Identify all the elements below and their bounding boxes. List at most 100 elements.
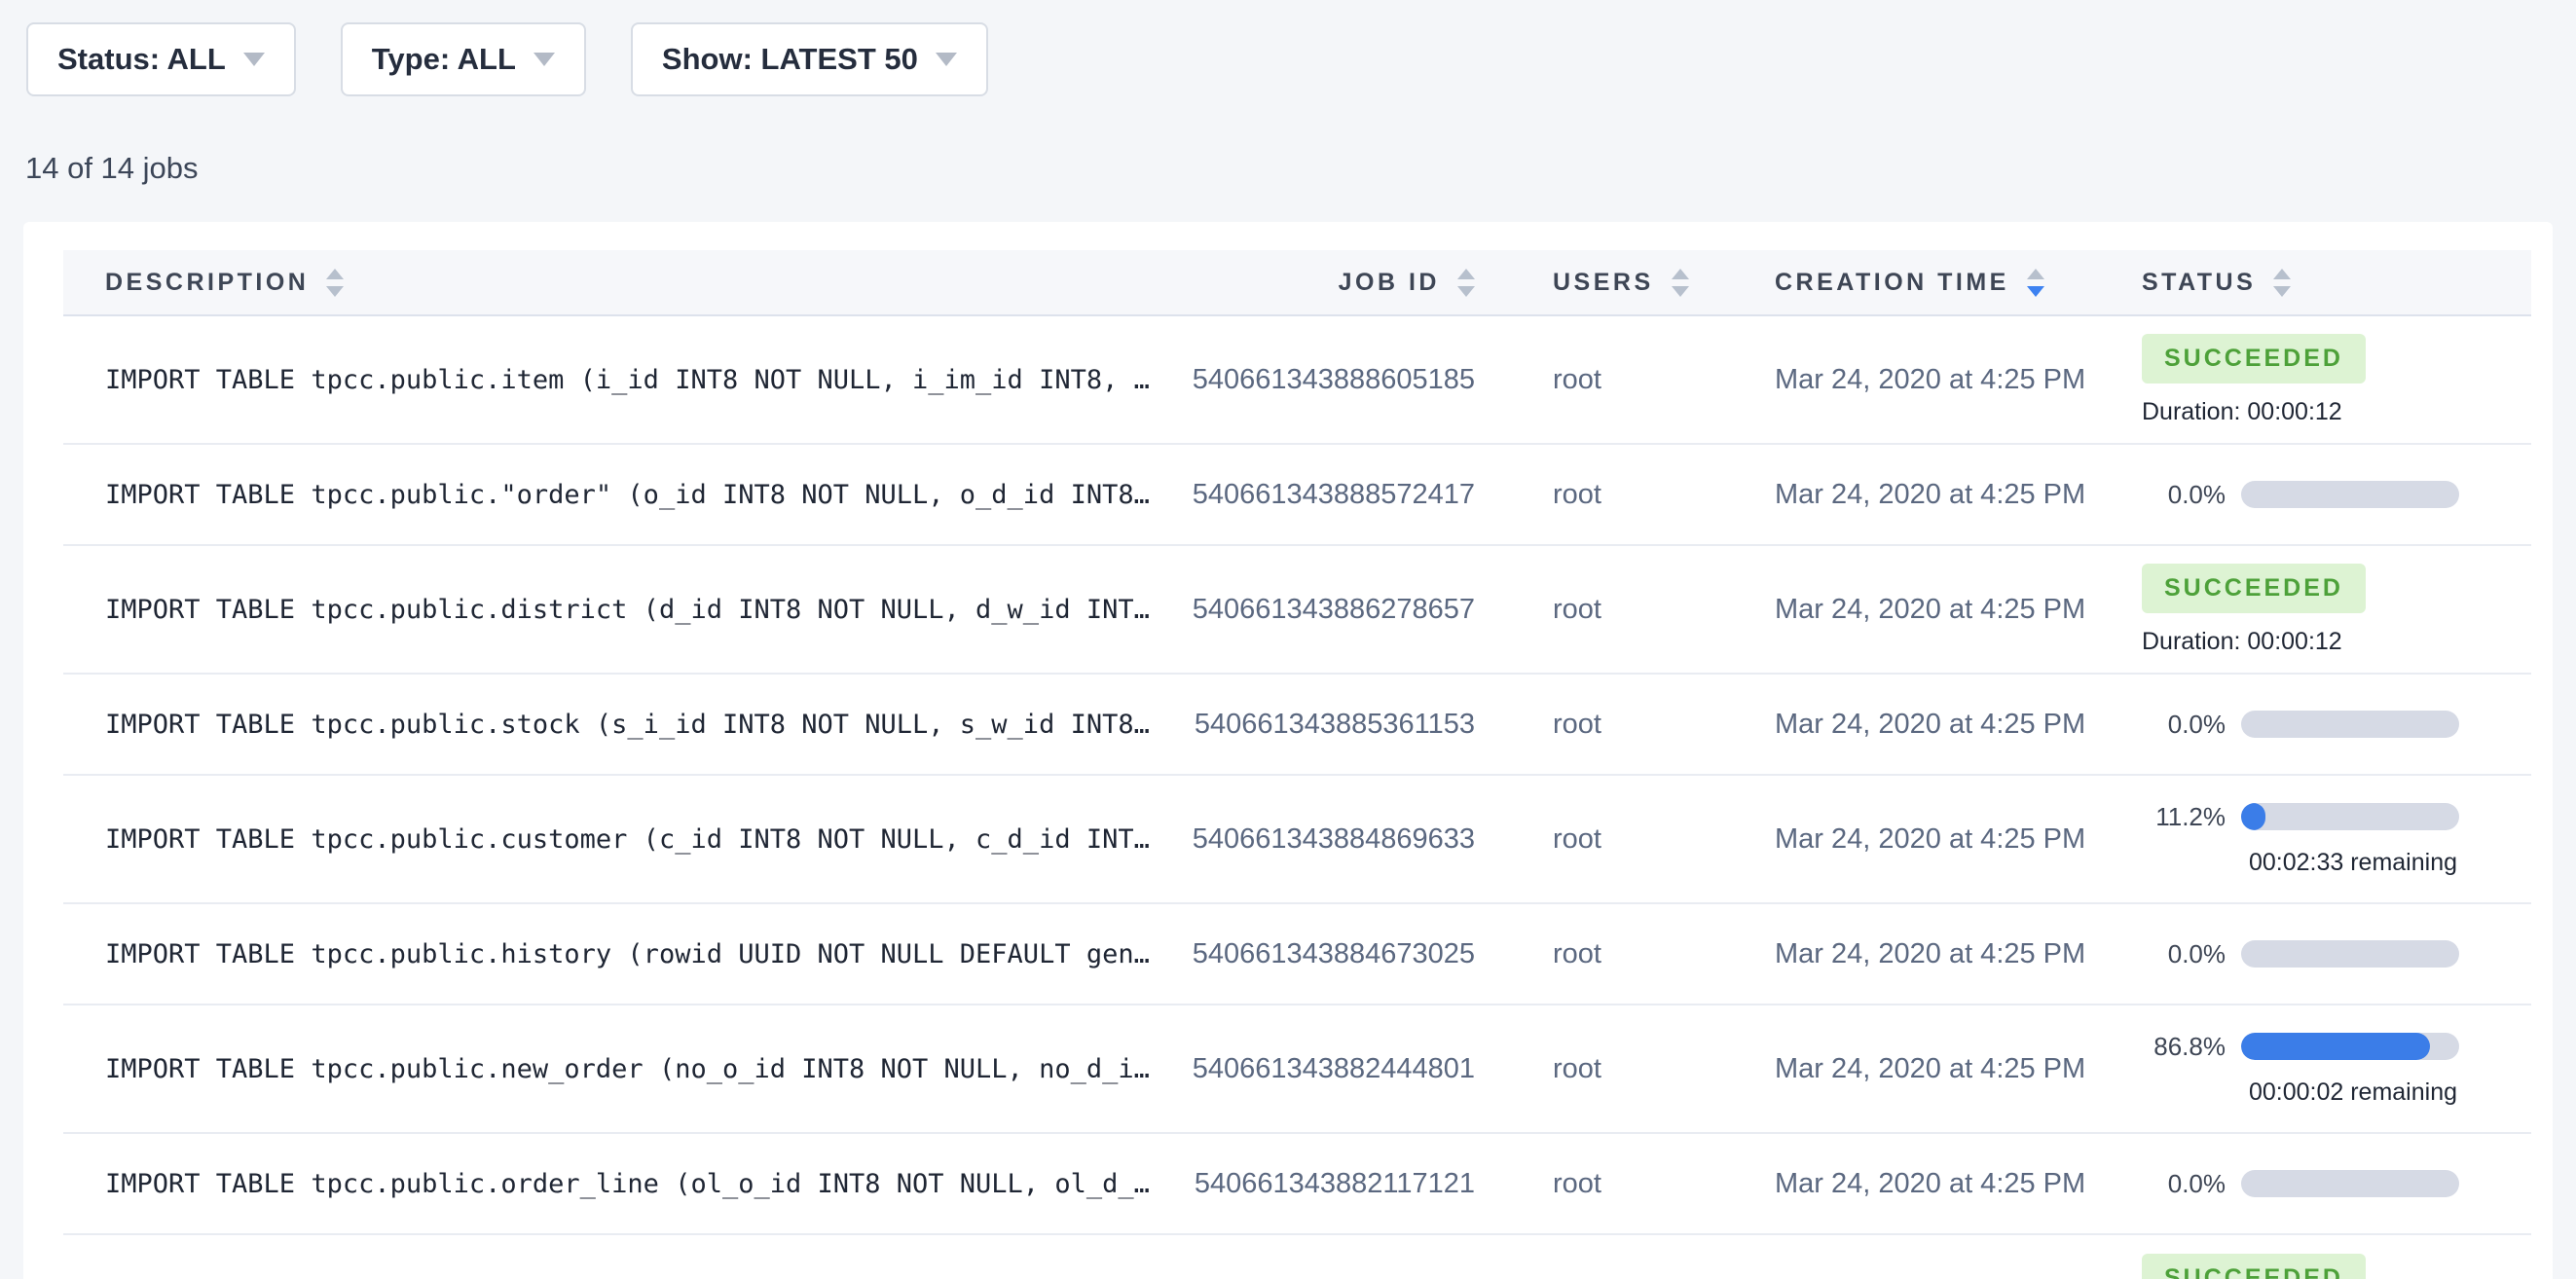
job-creation-time: Mar 24, 2020 at 4:25 PM: [1699, 479, 2079, 511]
column-header-status[interactable]: STATUS: [2079, 269, 2531, 297]
column-header-users[interactable]: USERS: [1475, 269, 1699, 297]
job-description: IMPORT TABLE tpcc.public.customer (c_id …: [63, 824, 1154, 855]
job-status: SUCCEEDED Duration: 00:00:12: [2079, 564, 2531, 656]
jobs-count-summary: 14 of 14 jobs: [25, 151, 2576, 186]
status-progress: 86.8% 00:00:02 remaining: [2142, 1032, 2531, 1107]
progress-percent-label: 86.8%: [2142, 1032, 2226, 1062]
column-header-label: STATUS: [2142, 269, 2256, 297]
job-user: root: [1475, 823, 1699, 856]
progress-bar: [2241, 1170, 2459, 1197]
job-description: IMPORT TABLE tpcc.public.order_line (ol_…: [63, 1169, 1154, 1199]
job-description: IMPORT TABLE tpcc.public.history (rowid …: [63, 939, 1154, 969]
progress-percent-label: 11.2%: [2142, 802, 2226, 832]
status-progress: 0.0%: [2142, 480, 2531, 510]
table-row[interactable]: IMPORT TABLE tpcc.public.stock (s_i_id I…: [63, 675, 2531, 776]
job-creation-time: Mar 24, 2020 at 4:25 PM: [1699, 364, 2079, 396]
progress-bar: [2241, 803, 2459, 830]
job-user: root: [1475, 364, 1699, 396]
caret-down-icon: [936, 53, 957, 66]
table-row[interactable]: IMPORT TABLE tpcc.public.customer (c_id …: [63, 776, 2531, 904]
type-filter-dropdown[interactable]: Type: ALL: [341, 22, 586, 96]
progress-bar: [2241, 481, 2459, 508]
job-description: IMPORT TABLE tpcc.public.stock (s_i_id I…: [63, 710, 1154, 740]
show-filter-label: Show: LATEST 50: [662, 42, 918, 77]
job-id: 540661343885361153: [1154, 709, 1475, 741]
table-row[interactable]: IMPORT TABLE tpcc.public.order_line (ol_…: [63, 1134, 2531, 1235]
sort-arrows-icon: [326, 269, 344, 297]
status-filter-dropdown[interactable]: Status: ALL: [26, 22, 296, 96]
column-header-description[interactable]: DESCRIPTION: [63, 269, 1154, 297]
column-header-label: JOB ID: [1339, 269, 1440, 297]
job-user: root: [1475, 709, 1699, 741]
sort-arrows-icon: [1457, 269, 1475, 297]
job-status: 0.0%: [2079, 939, 2531, 969]
job-user: root: [1475, 594, 1699, 626]
status-badge: SUCCEEDED: [2142, 334, 2366, 384]
job-id: 540661343888572417: [1154, 479, 1475, 511]
job-user: root: [1475, 479, 1699, 511]
status-progress: 0.0%: [2142, 710, 2531, 740]
table-row[interactable]: IMPORT TABLE tpcc.public.district (d_id …: [63, 546, 2531, 675]
column-header-creation-time[interactable]: CREATION TIME: [1699, 269, 2079, 297]
status-progress: 0.0%: [2142, 1169, 2531, 1199]
job-description: IMPORT TABLE tpcc.public.new_order (no_o…: [63, 1054, 1154, 1084]
job-creation-time: Mar 24, 2020 at 4:25 PM: [1699, 709, 2079, 741]
table-header-row: DESCRIPTION JOB ID USERS CREATION TIME S…: [63, 250, 2531, 316]
job-id: 540661343886278657: [1154, 594, 1475, 626]
table-row[interactable]: IMPORT TABLE tpcc.public.item (i_id INT8…: [63, 316, 2531, 445]
job-status: SUCCEEDED Duration: 00:00:08: [2079, 1254, 2531, 1279]
status-duration: Duration: 00:00:12: [2142, 398, 2531, 426]
job-creation-time: Mar 24, 2020 at 4:25 PM: [1699, 938, 2079, 970]
column-header-label: CREATION TIME: [1775, 269, 2009, 297]
table-row[interactable]: IMPORT TABLE tpcc.public.new_order (no_o…: [63, 1005, 2531, 1134]
status-filter-label: Status: ALL: [57, 42, 226, 77]
progress-bar-fill: [2241, 1033, 2430, 1060]
job-user: root: [1475, 1168, 1699, 1200]
jobs-table-card: DESCRIPTION JOB ID USERS CREATION TIME S…: [23, 222, 2553, 1279]
job-description: IMPORT TABLE tpcc.public.district (d_id …: [63, 595, 1154, 625]
show-filter-dropdown[interactable]: Show: LATEST 50: [631, 22, 988, 96]
job-user: root: [1475, 1053, 1699, 1085]
job-id: 540661343882117121: [1154, 1168, 1475, 1200]
job-creation-time: Mar 24, 2020 at 4:25 PM: [1699, 1053, 2079, 1085]
job-description: IMPORT TABLE tpcc.public."order" (o_id I…: [63, 480, 1154, 510]
column-header-label: USERS: [1553, 269, 1654, 297]
sort-arrows-icon: [1672, 269, 1689, 297]
job-id: 540661343884673025: [1154, 938, 1475, 970]
progress-bar: [2241, 711, 2459, 738]
job-id: 540661343888605185: [1154, 364, 1475, 396]
job-creation-time: Mar 24, 2020 at 4:25 PM: [1699, 1168, 2079, 1200]
progress-time-remaining: 00:02:33 remaining: [2241, 849, 2465, 877]
sort-arrows-icon: [2273, 269, 2291, 297]
status-duration: Duration: 00:00:12: [2142, 628, 2531, 656]
table-row[interactable]: IMPORT TABLE tpcc.public.warehouse (w_id…: [63, 1235, 2531, 1279]
progress-percent-label: 0.0%: [2142, 480, 2226, 510]
progress-bar: [2241, 1033, 2459, 1060]
status-succeeded: SUCCEEDED Duration: 00:00:12: [2142, 334, 2531, 426]
job-user: root: [1475, 938, 1699, 970]
progress-bar-fill: [2241, 803, 2265, 830]
filter-bar: Status: ALL Type: ALL Show: LATEST 50: [0, 0, 2576, 96]
job-status: 86.8% 00:00:02 remaining: [2079, 1032, 2531, 1107]
progress-percent-label: 0.0%: [2142, 1169, 2226, 1199]
sort-arrows-icon-active-desc: [2027, 269, 2044, 297]
progress-time-remaining: 00:00:02 remaining: [2241, 1078, 2465, 1107]
job-status: 0.0%: [2079, 1169, 2531, 1199]
column-header-job-id[interactable]: JOB ID: [1154, 269, 1475, 297]
progress-bar: [2241, 940, 2459, 968]
job-id: 540661343884869633: [1154, 823, 1475, 856]
table-row[interactable]: IMPORT TABLE tpcc.public."order" (o_id I…: [63, 445, 2531, 546]
job-creation-time: Mar 24, 2020 at 4:25 PM: [1699, 594, 2079, 626]
status-succeeded: SUCCEEDED Duration: 00:00:12: [2142, 564, 2531, 656]
column-header-label: DESCRIPTION: [105, 269, 309, 297]
job-status: 11.2% 00:02:33 remaining: [2079, 802, 2531, 877]
caret-down-icon: [243, 53, 265, 66]
progress-percent-label: 0.0%: [2142, 939, 2226, 969]
table-body: IMPORT TABLE tpcc.public.item (i_id INT8…: [63, 316, 2531, 1279]
type-filter-label: Type: ALL: [372, 42, 516, 77]
job-description: IMPORT TABLE tpcc.public.item (i_id INT8…: [63, 365, 1154, 395]
job-status: SUCCEEDED Duration: 00:00:12: [2079, 334, 2531, 426]
status-badge: SUCCEEDED: [2142, 564, 2366, 613]
status-badge: SUCCEEDED: [2142, 1254, 2366, 1279]
table-row[interactable]: IMPORT TABLE tpcc.public.history (rowid …: [63, 904, 2531, 1005]
